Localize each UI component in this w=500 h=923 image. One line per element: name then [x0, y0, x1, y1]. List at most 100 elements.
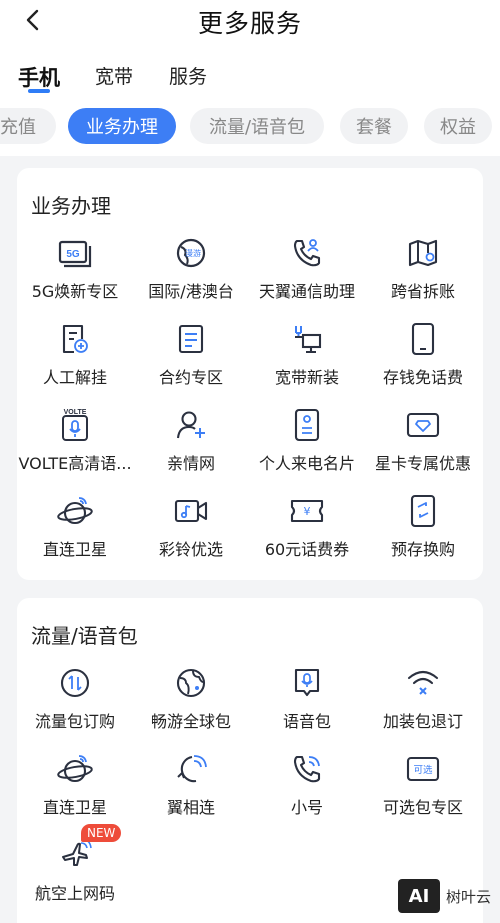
map-icon [408, 239, 438, 267]
grid-item-label: 人工解挂 [42, 368, 107, 387]
tab-service[interactable]: 服务 [169, 62, 207, 89]
grid-item-broadband[interactable]: 宽带新装 [249, 320, 365, 406]
grid-item-unsubscribe[interactable]: 加装包退订 [365, 664, 481, 750]
grid-item-label: 可选包专区 [382, 798, 463, 817]
video-ringtone-icon [174, 499, 208, 523]
tab-bar: 手机 宽带 服务 [0, 44, 500, 100]
5g-icon: 5G [58, 240, 92, 268]
globe-icon: 漫游 [176, 238, 206, 268]
grid-item-volte[interactable]: VOLTE VOLTE高清语... [17, 406, 133, 492]
grid-item-manual-unlock[interactable]: 人工解挂 [17, 320, 133, 406]
grid-item-satellite[interactable]: 直连卫星 [17, 492, 133, 578]
grid-item-label: 翼相连 [166, 798, 215, 817]
grid-item-label: 畅游全球包 [150, 712, 231, 731]
grid-item-label: 流量包订购 [34, 712, 115, 731]
exchange-phone-icon [410, 494, 436, 528]
contract-icon [178, 324, 204, 354]
tab-phone[interactable]: 手机 [18, 62, 60, 92]
section-data-voice: 流量/语音包 流量包订购 畅游全球包 语音包 加装包退订 直连卫星 翼相连 小号… [17, 598, 483, 923]
grid-item-global[interactable]: 畅游全球包 [133, 664, 249, 750]
voice-pack-icon [294, 668, 320, 697]
grid-item-label: 合约专区 [158, 368, 223, 387]
mobile-icon [411, 322, 435, 356]
grid-item-connect[interactable]: 翼相连 [133, 750, 249, 836]
grid-item-label: 宽带新装 [274, 368, 339, 387]
phone-call-icon [293, 755, 321, 783]
coupon-icon: ¥ [290, 499, 324, 523]
grid-item-pre-deposit[interactable]: 预存换购 [365, 492, 481, 578]
section-title: 业务办理 [31, 194, 111, 218]
grid-item-label: 亲情网 [166, 454, 215, 473]
chip-data-voice[interactable]: 流量/语音包 [190, 108, 324, 144]
svg-text:漫游: 漫游 [185, 248, 201, 258]
grid-item-label: 直连卫星 [42, 798, 107, 817]
grid-item-label: 语音包 [282, 712, 331, 731]
active-tab-indicator [28, 89, 50, 93]
grid-item-label: 航空上网码 [34, 884, 115, 903]
grid-item-label: 个人来电名片 [258, 454, 355, 473]
grid-item-voice-pack[interactable]: 语音包 [249, 664, 365, 750]
document-add-icon [62, 324, 88, 354]
caller-card-icon [294, 408, 320, 442]
grid-item-label: 小号 [290, 798, 323, 817]
chip-recharge[interactable]: 充值 [0, 108, 56, 144]
grid-item-airplane[interactable]: NEW 航空上网码 [17, 824, 133, 922]
svg-text:可选: 可选 [413, 764, 433, 776]
grid-item-sub-number[interactable]: 小号 [249, 750, 365, 836]
grid-item-label: 跨省拆账 [390, 282, 455, 301]
add-user-icon [176, 411, 205, 439]
grid-item-label: 5G焕新专区 [31, 282, 119, 301]
section-title: 流量/语音包 [31, 624, 138, 648]
grid-item-family[interactable]: 亲情网 [133, 406, 249, 492]
svg-text:¥: ¥ [304, 505, 311, 518]
grid-item-label: 彩铃优选 [158, 540, 223, 559]
grid-item-cross-province[interactable]: 跨省拆账 [365, 234, 481, 320]
grid-item-label: 国际/港澳台 [148, 282, 234, 301]
grid-item-assistant[interactable]: 天翼通信助理 [249, 234, 365, 320]
grid-item-optional-pack[interactable]: 可选 可选包专区 [365, 750, 481, 836]
grid-item-data-pack[interactable]: 流量包订购 [17, 664, 133, 750]
grid-item-label: VOLTE高清语... [18, 454, 132, 473]
header: 更多服务 [0, 0, 500, 44]
tab-broadband[interactable]: 宽带 [95, 62, 133, 89]
watermark: AI 树叶云 [398, 876, 498, 916]
diamond-card-icon [406, 412, 440, 438]
grid-item-label: 星卡专属优惠 [374, 454, 471, 473]
global-travel-icon [176, 668, 206, 698]
data-traffic-icon [60, 668, 90, 698]
grid-item-caller-card[interactable]: 个人来电名片 [249, 406, 365, 492]
grid-item-coupon[interactable]: ¥ 60元话费券 [249, 492, 365, 578]
grid-item-5g[interactable]: 5G 5G焕新专区 [17, 234, 133, 320]
grid-item-label: 加装包退订 [382, 712, 463, 731]
grid-item-deposit[interactable]: 存钱免话费 [365, 320, 481, 406]
chip-business[interactable]: 业务办理 [68, 108, 176, 144]
grid-item-label: 存钱免话费 [382, 368, 463, 387]
satellite-icon [57, 755, 93, 783]
satellite-icon [57, 497, 93, 525]
grid-item-international[interactable]: 漫游 国际/港澳台 [133, 234, 249, 320]
svg-text:VOLTE: VOLTE [64, 409, 87, 416]
watermark-logo: AI [398, 879, 440, 913]
grid-item-star-card[interactable]: 星卡专属优惠 [365, 406, 481, 492]
section-business: 业务办理 5G 5G焕新专区 漫游 国际/港澳台 天翼通信助理 跨省拆账 人工解… [17, 168, 483, 580]
grid-item-ringtone[interactable]: 彩铃优选 [133, 492, 249, 578]
chip-benefits[interactable]: 权益 [424, 108, 492, 144]
watermark-text: 树叶云 [446, 887, 492, 906]
category-chips: 充值 业务办理 流量/语音包 套餐 权益 [0, 100, 500, 156]
page-title: 更多服务 [197, 9, 302, 38]
grid-item-label: 天翼通信助理 [258, 282, 355, 301]
volte-icon: VOLTE [62, 409, 88, 441]
phone-user-icon [293, 239, 321, 267]
wifi-cancel-icon [407, 670, 439, 695]
svg-text:5G: 5G [66, 249, 80, 260]
grid-item-satellite-2[interactable]: 直连卫星 [17, 750, 133, 836]
grid-item-label: 60元话费券 [264, 540, 350, 559]
grid-item-label: 直连卫星 [42, 540, 107, 559]
grid-item-label: 预存换购 [390, 540, 455, 559]
broadband-icon [295, 326, 322, 354]
grid-item-contract[interactable]: 合约专区 [133, 320, 249, 406]
chip-plan[interactable]: 套餐 [340, 108, 408, 144]
airplane-icon [62, 838, 92, 866]
optional-pack-icon: 可选 [406, 756, 440, 782]
new-badge: NEW [81, 824, 122, 842]
